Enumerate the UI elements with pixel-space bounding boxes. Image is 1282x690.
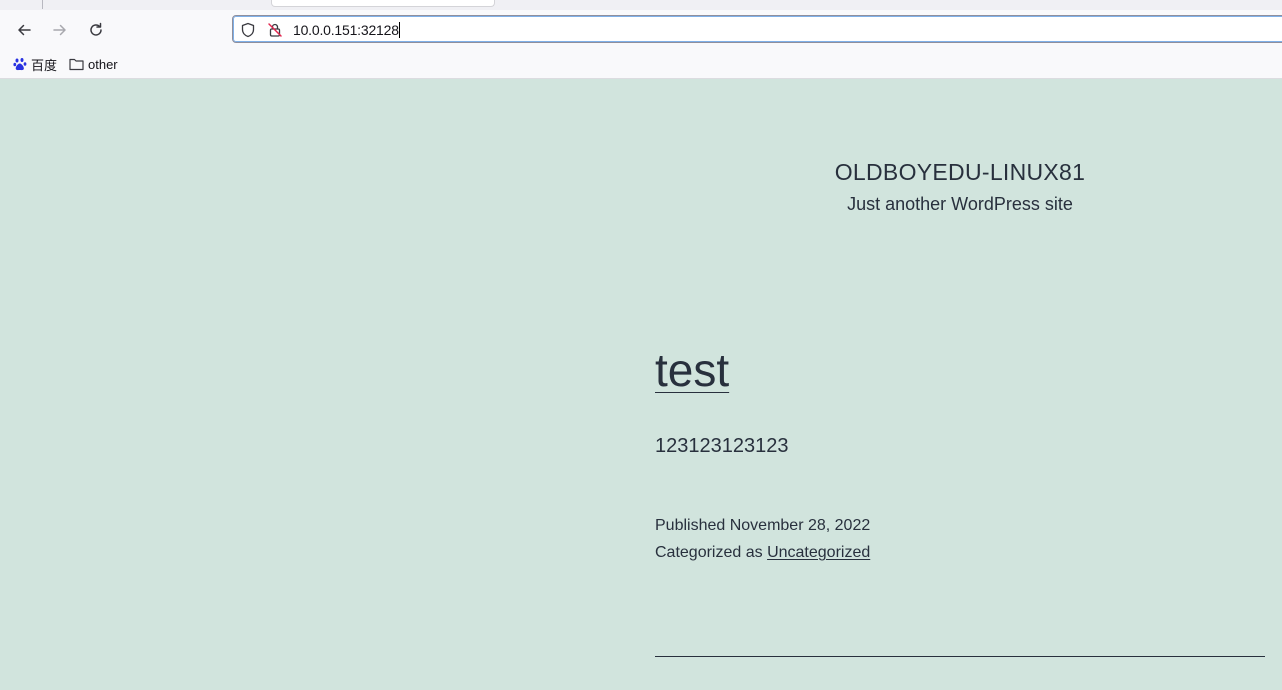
category-prefix: Categorized as — [655, 544, 763, 561]
bookmarks-toolbar: 百度 other — [0, 50, 1282, 79]
bookmark-folder-other[interactable]: other — [69, 56, 118, 72]
post-excerpt: 123123123123 — [655, 435, 789, 457]
insecure-lock-icon[interactable] — [267, 22, 283, 38]
text-caret — [398, 22, 400, 38]
baidu-paw-icon — [13, 58, 27, 71]
back-arrow-icon — [18, 24, 31, 36]
tab-separator — [42, 0, 43, 9]
post-title-link[interactable]: test — [655, 339, 729, 401]
reload-button[interactable] — [84, 18, 108, 42]
folder-icon — [69, 58, 84, 71]
tab-strip — [0, 0, 1282, 10]
forward-button[interactable] — [48, 18, 72, 42]
page-content: OLDBOYEDU-LINUX81 Just another WordPress… — [0, 79, 1282, 690]
category-link[interactable]: Uncategorized — [767, 544, 870, 561]
bookmark-baidu[interactable]: 百度 — [13, 56, 58, 73]
url-value: 10.0.0.151:32128 — [293, 22, 399, 38]
back-button[interactable] — [12, 18, 36, 42]
reload-icon — [90, 22, 102, 36]
site-title[interactable]: OLDBOYEDU-LINUX81 — [0, 159, 1282, 186]
site-description: Just another WordPress site — [847, 194, 1073, 214]
post-category-line: Categorized as Uncategorized — [655, 544, 870, 562]
post-separator — [655, 656, 1265, 657]
url-text[interactable]: 10.0.0.151:32128 — [293, 22, 400, 38]
address-bar[interactable]: 10.0.0.151:32128 — [232, 15, 1282, 43]
bookmark-label: other — [88, 56, 118, 72]
post-published-date: Published November 28, 2022 — [655, 517, 871, 534]
tracking-protection-shield-icon[interactable] — [240, 22, 256, 38]
navigation-toolbar: 10.0.0.151:32128 — [0, 10, 1282, 50]
forward-arrow-icon — [53, 24, 66, 36]
bookmark-label: 百度 — [31, 57, 58, 73]
active-tab[interactable] — [271, 0, 495, 7]
